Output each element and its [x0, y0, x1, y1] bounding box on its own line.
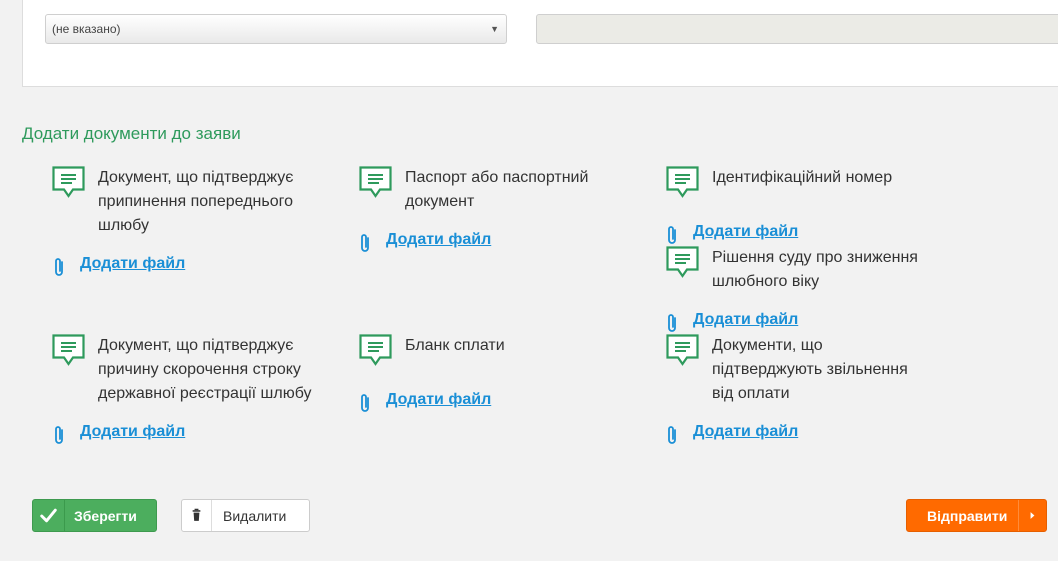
paperclip-icon: [361, 394, 369, 412]
save-label: Зберегти: [74, 508, 137, 524]
add-file-label[interactable]: Додати файл: [693, 423, 798, 441]
checkmark-icon: [40, 500, 65, 531]
document-label: Документ, що підтверджує припинення попе…: [98, 169, 294, 234]
document-comment-icon: [52, 166, 85, 198]
document-comment-icon: [666, 166, 699, 198]
document-label: Документ, що підтверджує причину скороче…: [98, 337, 312, 402]
document-label: Ідентифікаційний номер: [712, 169, 893, 186]
paperclip-icon: [361, 234, 369, 252]
disabled-input: [536, 14, 1058, 44]
dropdown-arrow-icon: ▼: [490, 24, 499, 34]
add-file-label[interactable]: Додати файл: [80, 255, 185, 273]
delete-label: Видалити: [223, 508, 287, 524]
document-label: Документи, що підтверджують звільнення в…: [712, 337, 908, 402]
section-title: Додати документи до заяви: [22, 124, 241, 143]
document-label: Паспорт або паспортний документ: [405, 169, 589, 210]
paperclip-icon: [55, 426, 63, 444]
document-comment-icon: [666, 334, 699, 366]
add-file-label[interactable]: Додати файл: [693, 223, 798, 241]
send-button[interactable]: Відправити: [906, 499, 1047, 532]
paperclip-icon: [668, 426, 676, 444]
select-value: (не вказано): [52, 22, 121, 36]
document-comment-icon: [359, 334, 392, 366]
add-file-label[interactable]: Додати файл: [386, 231, 491, 249]
caret-right-icon: [1018, 500, 1035, 531]
status-select[interactable]: (не вказано) ▼: [45, 14, 507, 44]
document-comment-icon: [359, 166, 392, 198]
paperclip-icon: [668, 314, 676, 332]
trash-icon: [192, 500, 212, 531]
document-comment-icon: [666, 246, 699, 278]
document-label: Рішення суду про зниження шлюбного віку: [712, 249, 918, 290]
delete-button[interactable]: Видалити: [181, 499, 310, 532]
paperclip-icon: [55, 258, 63, 276]
document-comment-icon: [52, 334, 85, 366]
paperclip-icon: [668, 226, 676, 244]
add-file-label[interactable]: Додати файл: [693, 311, 798, 329]
add-file-label[interactable]: Додати файл: [80, 423, 185, 441]
document-label: Бланк сплати: [405, 337, 505, 354]
send-label: Відправити: [927, 508, 1008, 524]
save-button[interactable]: Зберегти: [32, 499, 157, 532]
add-file-label[interactable]: Додати файл: [386, 391, 491, 409]
